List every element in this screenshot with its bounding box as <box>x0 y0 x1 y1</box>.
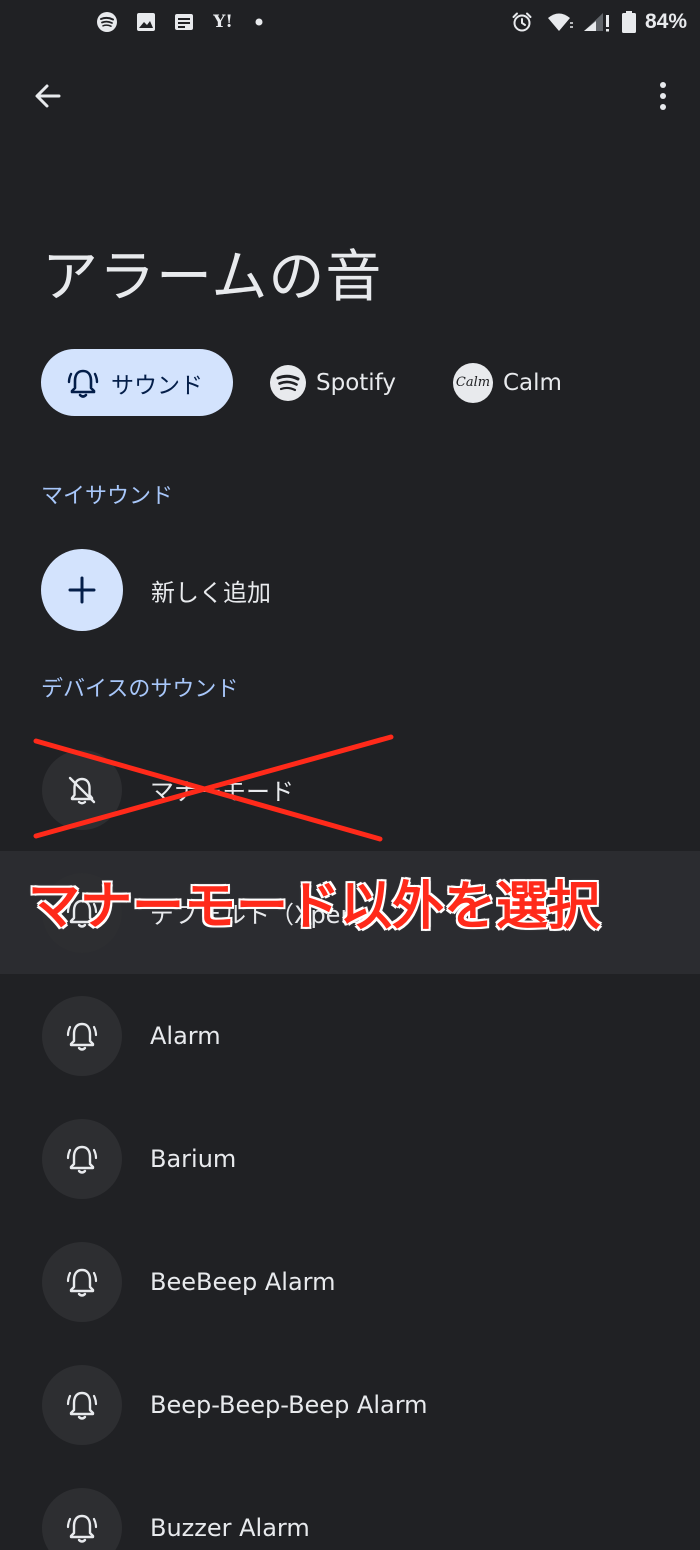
sound-item-label: Barium <box>150 1144 237 1173</box>
sound-item-alarm[interactable]: Alarm <box>0 974 700 1097</box>
alarm-icon <box>511 11 533 33</box>
alarm-bell-icon <box>66 1514 98 1543</box>
battery-percentage: 84% <box>645 10 688 33</box>
alarm-bell-icon <box>66 1022 98 1051</box>
spotify-icon <box>96 11 118 33</box>
sound-icon-circle <box>42 1364 122 1445</box>
signal-icon <box>581 11 611 33</box>
add-new-sound-button[interactable]: 新しく追加 <box>41 549 271 631</box>
arrow-back-icon <box>35 84 61 108</box>
wifi-icon <box>546 11 574 33</box>
tab-sound-label: サウンド <box>111 372 203 399</box>
annotation-caption: マナーモード以外を選択 <box>27 876 601 938</box>
section-header-my-sounds: マイサウンド <box>41 484 174 509</box>
image-icon <box>135 11 157 33</box>
sound-item-label: BeeBeep Alarm <box>150 1267 336 1296</box>
sound-item-label: マナーモード <box>150 778 294 806</box>
sound-item-buzzer-alarm[interactable]: Buzzer Alarm <box>0 1466 700 1550</box>
add-icon-circle <box>41 549 123 631</box>
sound-item-label: Beep-Beep-Beep Alarm <box>150 1390 428 1419</box>
tab-sound[interactable]: サウンド <box>41 349 233 416</box>
battery-icon <box>619 11 639 33</box>
sound-icon-circle <box>42 1487 122 1550</box>
news-icon <box>173 11 195 33</box>
page-title: アラームの音 <box>42 245 383 310</box>
sound-icon-circle <box>42 1241 122 1322</box>
section-header-device-sounds: デバイスのサウンド <box>41 677 239 702</box>
alarm-bell-icon <box>67 369 99 398</box>
sound-item-label: Alarm <box>150 1021 221 1050</box>
more-vert-icon <box>660 82 666 110</box>
tab-calm-label: Calm <box>503 369 562 396</box>
spotify-icon <box>270 364 306 401</box>
sound-item-beebeep-alarm[interactable]: BeeBeep Alarm <box>0 1220 700 1343</box>
alarm-sound-screen: Y! 84% アラームの音 サウンド Spotify Calm Calm マイサ… <box>0 0 700 1550</box>
alarm-bell-icon <box>66 1391 98 1420</box>
alarm-bell-icon <box>66 1145 98 1174</box>
tab-calm[interactable]: Calm Calm <box>453 349 562 416</box>
tab-spotify[interactable]: Spotify <box>270 349 396 416</box>
calm-logo-icon: Calm <box>453 362 493 403</box>
add-new-label: 新しく追加 <box>151 578 271 607</box>
sound-item-label: Buzzer Alarm <box>150 1513 310 1542</box>
status-bar: Y! 84% <box>0 0 700 44</box>
tab-spotify-label: Spotify <box>316 369 396 396</box>
more-options-button[interactable] <box>646 76 680 116</box>
alarm-bell-icon <box>66 1268 98 1297</box>
sound-item-beep-beep-beep-alarm[interactable]: Beep-Beep-Beep Alarm <box>0 1343 700 1466</box>
bell-off-icon <box>68 776 96 804</box>
dot-icon <box>248 11 270 33</box>
sound-icon-circle <box>42 749 122 830</box>
sound-icon-circle <box>42 1118 122 1199</box>
yahoo-icon: Y! <box>213 12 233 32</box>
back-button[interactable] <box>28 76 68 116</box>
sound-icon-circle <box>42 995 122 1076</box>
sound-item-silent[interactable]: マナーモード <box>0 728 700 851</box>
sound-item-barium[interactable]: Barium <box>0 1097 700 1220</box>
plus-icon <box>68 576 96 604</box>
